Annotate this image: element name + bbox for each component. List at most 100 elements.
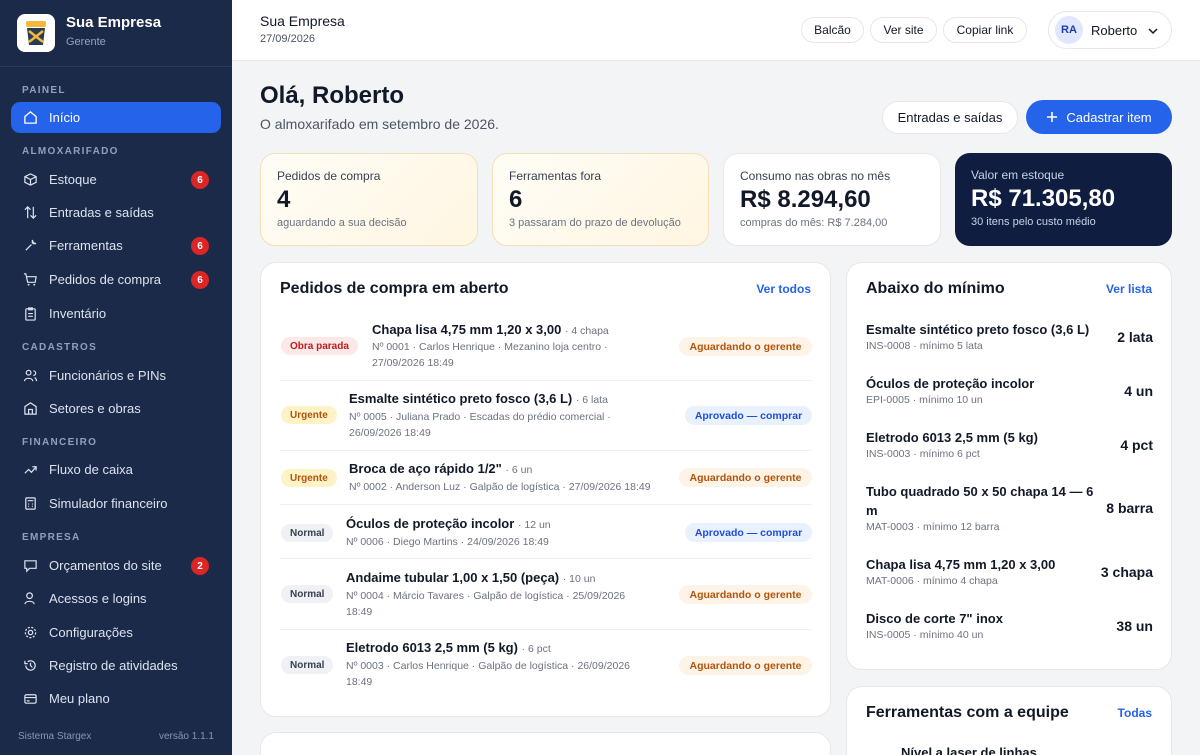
status-badge: Aguardando o gerente <box>679 468 812 487</box>
stat-label: Valor em estoque <box>971 168 1065 182</box>
stat-label: Pedidos de compra <box>277 169 381 183</box>
sidebar-item-inventario[interactable]: Inventário <box>11 298 221 329</box>
below-min-see-list-link[interactable]: Ver lista <box>1106 282 1152 296</box>
order-name: Esmalte sintético preto fosco (3,6 L) <box>349 391 573 406</box>
sidebar-item-funcionarios[interactable]: Funcionários e PINs <box>11 360 221 391</box>
item-qty: 4 un <box>1124 383 1153 399</box>
sidebar-divider <box>0 66 232 67</box>
table-row[interactable]: Normal Eletrodo 6013 2,5 mm (5 kg) · 6 p… <box>280 630 812 700</box>
table-row[interactable]: Normal Andaime tubular 1,00 x 1,50 (peça… <box>280 559 812 630</box>
status-badge: Aprovado — comprar <box>685 523 812 542</box>
sidebar-item-label: Configurações <box>49 625 133 640</box>
stat-value: 4 <box>277 186 291 213</box>
below-min-title: Abaixo do mínimo <box>866 280 1005 297</box>
list-item[interactable]: Disco de corte 7" inox INS-0005 · mínimo … <box>866 609 1153 641</box>
stat-sub: aguardando a sua decisão <box>277 217 407 229</box>
item-name: Chapa lisa 4,75 mm 1,20 x 3,00 <box>866 557 1056 572</box>
sidebar-item-orcamentos[interactable]: Orçamentos do site 2 <box>11 550 221 581</box>
table-row[interactable]: Obra parada Chapa lisa 4,75 mm 1,20 x 3,… <box>280 313 812 381</box>
tools-see-all-link[interactable]: Todas <box>1118 706 1152 720</box>
gear-icon <box>24 626 37 639</box>
sidebar-item-registro[interactable]: Registro de atividades <box>11 650 221 681</box>
stat-card-pedidos[interactable]: Pedidos de compra 4 aguardando a sua dec… <box>260 153 478 246</box>
priority-tag: Obra parada <box>281 337 358 355</box>
sidebar-item-label: Funcionários e PINs <box>49 368 167 383</box>
cadastrar-item-button[interactable]: Cadastrar item <box>1026 100 1172 134</box>
sidebar: Sua Empresa Gerente PAINEL Início ALMOXA… <box>0 0 232 755</box>
order-meta: Nº 0005 · Juliana Prado · Escadas do pré… <box>349 411 611 423</box>
recent-card <box>260 732 831 755</box>
stat-card-valor[interactable]: Valor em estoque R$ 71.305,80 30 itens p… <box>955 153 1172 246</box>
company-role: Gerente <box>66 36 106 48</box>
avatar: RA <box>1055 16 1083 44</box>
ver-site-button[interactable]: Ver site <box>870 17 937 43</box>
sidebar-item-label: Ferramentas <box>49 238 123 253</box>
stat-sub: 3 passaram do prazo de devolução <box>509 217 681 229</box>
stat-value: 6 <box>509 186 523 213</box>
copiar-link-button[interactable]: Copiar link <box>943 17 1027 43</box>
table-row[interactable]: Normal Óculos de proteção incolor · 12 u… <box>280 505 812 559</box>
order-qty: · 6 pct <box>521 643 551 655</box>
sidebar-item-setores[interactable]: Setores e obras <box>11 393 221 424</box>
box-icon <box>24 173 37 186</box>
priority-tag: Normal <box>281 585 334 603</box>
calculator-icon <box>25 497 36 510</box>
tool-item-name[interactable]: Nível a laser de linhas <box>901 745 1037 755</box>
quote-icon <box>24 560 37 573</box>
item-meta: INS-0008 · mínimo 5 lata <box>866 340 983 352</box>
stat-sub: 30 itens pelo custo médio <box>971 216 1096 228</box>
item-meta: INS-0005 · mínimo 40 un <box>866 629 984 641</box>
priority-tag: Urgente <box>281 469 337 487</box>
sidebar-item-fluxo[interactable]: Fluxo de caixa <box>11 454 221 485</box>
sidebar-item-configuracoes[interactable]: Configurações <box>11 617 221 648</box>
company-logo <box>17 14 55 52</box>
topbar: Sua Empresa 27/09/2026 Balcão Ver site C… <box>232 0 1200 61</box>
list-item[interactable]: Chapa lisa 4,75 mm 1,20 x 3,00 MAT-0006 ·… <box>866 555 1153 587</box>
user-menu[interactable]: RA Roberto <box>1048 11 1172 49</box>
cart-icon <box>23 273 37 286</box>
status-badge: Aprovado — comprar <box>685 406 812 425</box>
sidebar-item-acessos[interactable]: Acessos e logins <box>11 583 221 614</box>
sidebar-item-ferramentas[interactable]: Ferramentas 6 <box>11 230 221 261</box>
list-item[interactable]: Esmalte sintético preto fosco (3,6 L) INS… <box>866 320 1153 352</box>
stat-label: Ferramentas fora <box>509 169 602 183</box>
sidebar-item-label: Setores e obras <box>49 401 141 416</box>
count-badge: 6 <box>191 271 209 289</box>
table-row[interactable]: Urgente Esmalte sintético preto fosco (3… <box>280 381 812 451</box>
order-meta: Nº 0001 · Carlos Henrique · Mezanino loj… <box>372 341 608 353</box>
greeting-title: Olá, Roberto <box>260 82 405 109</box>
list-item[interactable]: Eletrodo 6013 2,5 mm (5 kg) INS-0003 · mí… <box>866 428 1153 460</box>
item-name: Tubo quadrado 50 x 50 chapa 14 — 6 m <box>866 484 1094 518</box>
clipboard-icon <box>25 307 36 321</box>
sidebar-item-simulador[interactable]: Simulador financeiro <box>11 488 221 519</box>
sidebar-item-estoque[interactable]: Estoque 6 <box>11 164 221 195</box>
sidebar-item-entradas[interactable]: Entradas e saídas <box>11 197 221 228</box>
orders-see-all-link[interactable]: Ver todos <box>756 282 811 296</box>
list-item[interactable]: Óculos de proteção incolor EPI-0005 · mín… <box>866 374 1153 406</box>
sidebar-item-label: Início <box>49 110 81 125</box>
sidebar-item-pedidos[interactable]: Pedidos de compra 6 <box>11 264 221 295</box>
order-name: Andaime tubular 1,00 x 1,50 (peça) <box>346 570 560 585</box>
table-row[interactable]: Urgente Broca de aço rápido 1/2" · 6 un … <box>280 451 812 505</box>
stat-card-ferramentas[interactable]: Ferramentas fora 6 3 passaram do prazo d… <box>492 153 709 246</box>
brand: Sua Empresa Gerente <box>17 14 161 52</box>
order-name: Óculos de proteção incolor <box>346 516 515 531</box>
sidebar-item-inicio[interactable]: Início <box>11 102 221 133</box>
page-header-title: Sua Empresa <box>260 13 345 29</box>
stat-card-consumo[interactable]: Consumo nas obras no mês R$ 8.294,60 com… <box>723 153 941 246</box>
tools-title: Ferramentas com a equipe <box>866 704 1069 721</box>
card-icon <box>24 694 37 704</box>
item-meta: MAT-0003 · mínimo 12 barra <box>866 521 1000 533</box>
stat-label: Consumo nas obras no mês <box>740 169 891 183</box>
orders-title: Pedidos de compra em aberto <box>280 280 509 297</box>
sidebar-item-plano[interactable]: Meu plano <box>11 683 221 714</box>
plus-icon <box>1047 112 1058 122</box>
order-meta: Nº 0002 · Anderson Luz · Galpão de logís… <box>349 481 651 493</box>
list-item[interactable]: Tubo quadrado 50 x 50 chapa 14 — 6 m MAT-… <box>866 482 1153 533</box>
balcao-button[interactable]: Balcão <box>801 17 864 43</box>
company-name: Sua Empresa <box>66 14 162 31</box>
stat-value: R$ 8.294,60 <box>740 186 871 213</box>
status-badge: Aguardando o gerente <box>679 656 812 675</box>
order-meta-date: 27/09/2026 18:49 <box>372 357 454 369</box>
entradas-saidas-button[interactable]: Entradas e saídas <box>882 101 1018 134</box>
